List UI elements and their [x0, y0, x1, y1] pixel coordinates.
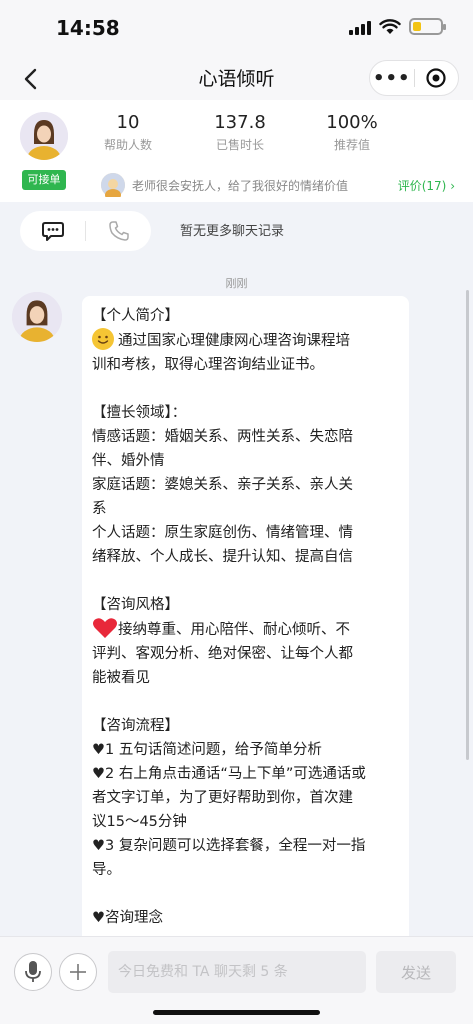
voice-button[interactable] — [14, 953, 52, 991]
home-indicator — [153, 1010, 320, 1015]
phone-call-button[interactable] — [86, 220, 151, 242]
stat-recommend-value: 100% — [326, 112, 378, 133]
status-icons — [349, 18, 446, 35]
reviews-link-label: 评价(17) — [397, 179, 447, 193]
message-line: 【个人简介】 — [92, 308, 179, 324]
message-line: ♥1 五句话简述问题，给予简单分析 — [92, 742, 322, 758]
message-timestamp: 刚刚 — [225, 277, 248, 290]
heart-emoji-icon — [93, 618, 117, 638]
target-icon — [426, 68, 446, 88]
stat-sold-hours: 137.8 已售时长 — [195, 112, 285, 153]
stat-helped: 10 帮助人数 — [83, 112, 173, 153]
message-line: 导。 — [92, 862, 121, 878]
phone-icon — [108, 221, 129, 241]
reviewer-avatar — [101, 173, 125, 201]
stat-recommend: 100% 推荐值 — [307, 112, 397, 153]
message-line: 【咨询流程】 — [92, 718, 179, 734]
stat-recommend-label: 推荐值 — [333, 138, 370, 152]
nav-bar: 心语倾听 ••• — [0, 56, 473, 100]
chat-bubble-icon — [41, 222, 64, 241]
message-line: 【擅长领域】： — [92, 405, 187, 421]
status-bar: 14:58 — [0, 0, 473, 56]
battery-fill — [413, 22, 421, 31]
call-history-toggle — [20, 211, 151, 251]
available-badge: 可接单 — [22, 170, 66, 190]
reviews-link[interactable]: 评价(17) › — [398, 177, 455, 194]
chat-bubble-button[interactable] — [20, 220, 85, 242]
message-line: ♥3 复杂问题可以选择套餐，全程一对一指 — [92, 838, 366, 854]
message-line: 家庭话题：婆媳关系、亲子关系、亲人关 — [92, 477, 353, 493]
no-more-records: 暂无更多聊天记录 — [180, 224, 285, 239]
message-line: 接纳尊重、用心陪伴、耐心倾听、不 — [92, 617, 399, 642]
stat-sold-hours-label: 已售时长 — [215, 138, 264, 152]
wifi-icon — [379, 18, 401, 34]
message-line: ♥咨询理念 — [92, 910, 163, 926]
message-line: 议15～45分钟 — [92, 814, 187, 830]
stat-sold-hours-value: 137.8 — [214, 112, 266, 133]
message-bubble: 【个人简介】 通过国家心理健康网心理咨询课程培 训和考核，取得心理咨询结业证书。… — [82, 296, 409, 956]
send-button[interactable]: 发送 — [376, 951, 456, 993]
more-button[interactable]: ••• — [370, 68, 414, 89]
message-line: 绪释放、个人成长、提升认知、提高自信 — [92, 549, 353, 565]
review-snippet: 老师很会安抚人，给了我很好的情绪价值 — [132, 179, 349, 193]
message-line: 情感话题：婚姻关系、两性关系、失恋陪 — [92, 429, 353, 445]
message-line: 个人话题：原生家庭创伤、情绪管理、情 — [92, 525, 353, 541]
message-line: 者文字订单，为了更好帮助到你，首次建 — [92, 790, 353, 806]
message-input[interactable] — [108, 951, 366, 993]
scrollbar[interactable] — [466, 290, 469, 760]
stat-helped-label: 帮助人数 — [103, 138, 152, 152]
message-line: 伴、婚外情 — [92, 453, 165, 469]
plus-icon — [70, 964, 86, 980]
cellular-signal-icon — [349, 19, 371, 35]
message-line: 系 — [92, 501, 107, 517]
counselor-avatar[interactable] — [20, 112, 68, 160]
add-button[interactable] — [59, 953, 97, 991]
message-line: 能被看见 — [92, 670, 150, 686]
close-program-button[interactable] — [414, 67, 458, 89]
stat-helped-value: 10 — [116, 112, 140, 133]
message-line-text: 通过国家心理健康网心理咨询课程培 — [118, 333, 350, 349]
message-line: 评判、客观分析、绝对保密、让每个人都 — [92, 646, 353, 662]
battery-icon — [409, 18, 446, 35]
status-time: 14:58 — [56, 16, 120, 40]
message-avatar[interactable] — [12, 292, 62, 342]
message-line-text: 接纳尊重、用心陪伴、耐心倾听、不 — [118, 622, 350, 638]
message-line: 训和考核，取得心理咨询结业证书。 — [92, 357, 324, 373]
message-line: 通过国家心理健康网心理咨询课程培 — [92, 328, 399, 353]
mini-program-capsule: ••• — [369, 60, 459, 96]
message-line: ♥2 右上角点击通话“马上下单”可选通话或 — [92, 766, 366, 782]
smile-emoji-icon — [92, 328, 114, 350]
message-line: 【咨询风格】 — [92, 597, 179, 613]
microphone-icon — [25, 961, 41, 982]
